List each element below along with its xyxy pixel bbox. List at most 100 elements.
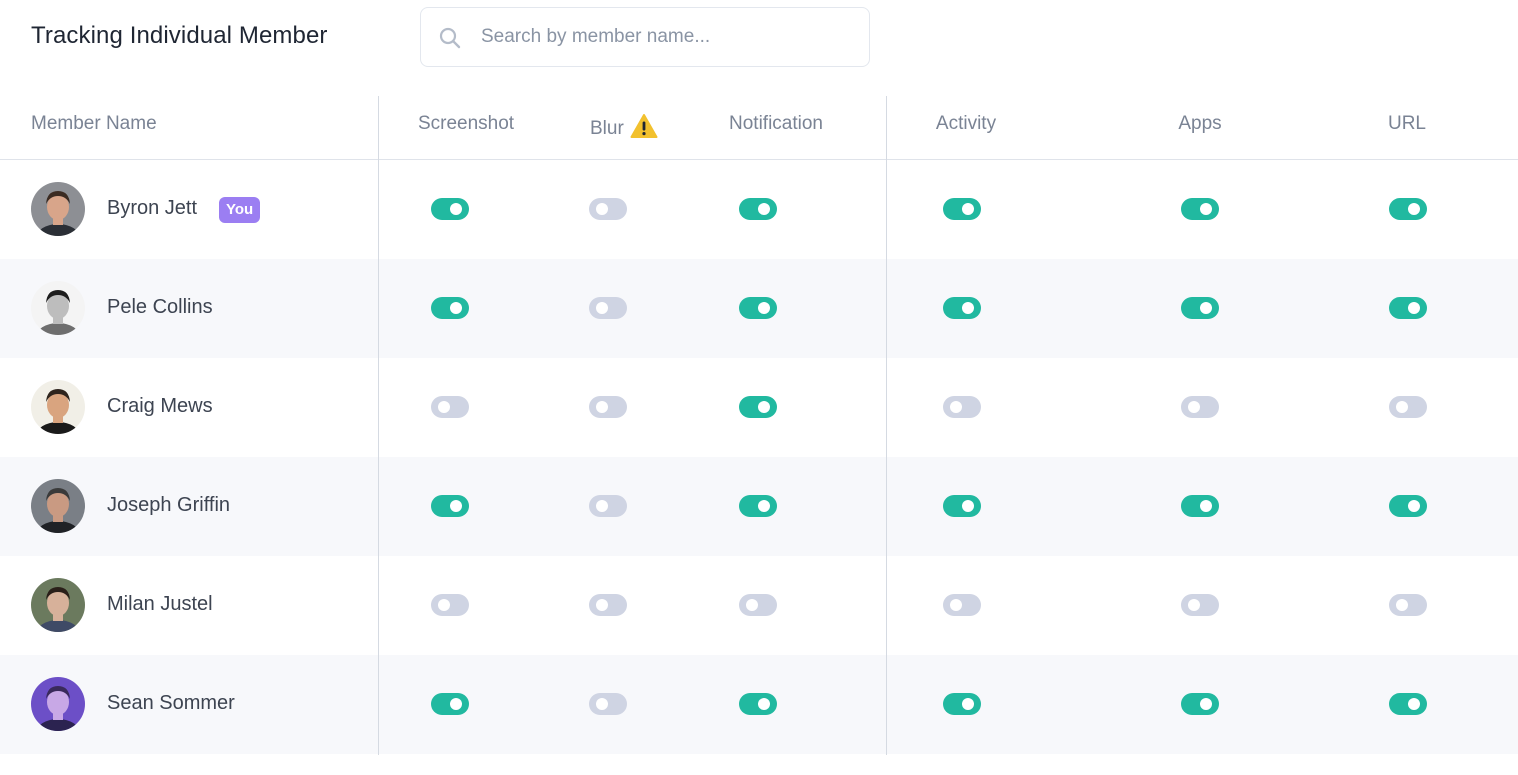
search-box[interactable] [420, 7, 870, 67]
toggle-knob [1408, 698, 1420, 710]
toggle-knob [1408, 203, 1420, 215]
toggle-knob [758, 698, 770, 710]
toggle-knob [596, 500, 608, 512]
member-name: Milan Justel [107, 593, 213, 615]
column-divider [378, 96, 379, 755]
toggle-knob [1188, 599, 1200, 611]
member-name: Joseph Griffin [107, 494, 231, 516]
you-badge: You [219, 197, 261, 223]
page-title: Tracking Individual Member [31, 22, 328, 49]
warning-icon [630, 113, 658, 145]
avatar-photo [31, 281, 85, 335]
toggle-knob [450, 698, 462, 710]
toggle-knob [962, 698, 974, 710]
member-name: Pele Collins [107, 296, 213, 318]
url-toggle[interactable] [1389, 693, 1427, 715]
avatar-photo [31, 677, 85, 731]
apps-toggle[interactable] [1181, 693, 1219, 715]
url-toggle[interactable] [1389, 297, 1427, 319]
screenshot-toggle[interactable] [431, 198, 469, 220]
column-header-notification: Notification [729, 113, 823, 134]
apps-toggle[interactable] [1181, 297, 1219, 319]
column-divider [886, 96, 887, 755]
url-toggle[interactable] [1389, 198, 1427, 220]
activity-toggle[interactable] [943, 594, 981, 616]
column-header-activity: Activity [935, 113, 997, 134]
toggle-knob [1200, 302, 1212, 314]
member-name: Sean Sommer [107, 692, 235, 714]
column-header-apps: Apps [1178, 113, 1222, 134]
member-name: Craig Mews [107, 395, 213, 417]
url-toggle[interactable] [1389, 396, 1427, 418]
toggle-knob [1200, 500, 1212, 512]
blur-toggle[interactable] [589, 396, 627, 418]
screenshot-toggle[interactable] [431, 297, 469, 319]
toggle-knob [1200, 203, 1212, 215]
toggle-knob [758, 401, 770, 413]
url-toggle[interactable] [1389, 594, 1427, 616]
toggle-knob [596, 203, 608, 215]
toggle-knob [950, 401, 962, 413]
url-toggle[interactable] [1389, 495, 1427, 517]
apps-toggle[interactable] [1181, 495, 1219, 517]
activity-toggle[interactable] [943, 495, 981, 517]
activity-toggle[interactable] [943, 396, 981, 418]
toggle-knob [450, 500, 462, 512]
table-row: Sean Sommer [0, 655, 1518, 754]
notification-toggle[interactable] [739, 495, 777, 517]
table-row: Pele Collins [0, 259, 1518, 358]
activity-toggle[interactable] [943, 297, 981, 319]
toggle-knob [450, 302, 462, 314]
activity-toggle[interactable] [943, 693, 981, 715]
apps-toggle[interactable] [1181, 198, 1219, 220]
blur-toggle[interactable] [589, 693, 627, 715]
activity-toggle[interactable] [943, 198, 981, 220]
toggle-knob [962, 203, 974, 215]
column-header-blur: Blur [590, 113, 658, 145]
screenshot-toggle[interactable] [431, 693, 469, 715]
toggle-knob [1188, 401, 1200, 413]
notification-toggle[interactable] [739, 396, 777, 418]
column-header-screenshot: Screenshot [417, 113, 515, 134]
toggle-knob [950, 599, 962, 611]
notification-toggle[interactable] [739, 693, 777, 715]
blur-toggle[interactable] [589, 297, 627, 319]
avatar-photo [31, 182, 85, 236]
blur-toggle[interactable] [589, 594, 627, 616]
toggle-knob [1396, 401, 1408, 413]
toggle-knob [1396, 599, 1408, 611]
toggle-knob [1200, 698, 1212, 710]
table-row: Milan Justel [0, 556, 1518, 655]
toggle-knob [596, 401, 608, 413]
screenshot-toggle[interactable] [431, 495, 469, 517]
search-input[interactable] [481, 22, 851, 52]
table-row: Joseph Griffin [0, 457, 1518, 556]
search-icon [438, 26, 462, 50]
avatar-photo [31, 479, 85, 533]
toggle-knob [596, 698, 608, 710]
notification-toggle[interactable] [739, 297, 777, 319]
screenshot-toggle[interactable] [431, 594, 469, 616]
column-header-blur-label: Blur [590, 118, 624, 139]
tracking-page: Tracking Individual Member Member Name S… [0, 0, 1518, 775]
toggle-knob [758, 302, 770, 314]
toggle-knob [962, 302, 974, 314]
apps-toggle[interactable] [1181, 594, 1219, 616]
member-name: Byron Jett [107, 197, 198, 219]
screenshot-toggle[interactable] [431, 396, 469, 418]
toggle-knob [1408, 302, 1420, 314]
apps-toggle[interactable] [1181, 396, 1219, 418]
blur-toggle[interactable] [589, 198, 627, 220]
blur-toggle[interactable] [589, 495, 627, 517]
toggle-knob [596, 302, 608, 314]
column-header-member-name: Member Name [31, 113, 157, 134]
toggle-knob [758, 500, 770, 512]
avatar-photo [31, 578, 85, 632]
notification-toggle[interactable] [739, 198, 777, 220]
toggle-knob [962, 500, 974, 512]
toggle-knob [438, 401, 450, 413]
notification-toggle[interactable] [739, 594, 777, 616]
toggle-knob [438, 599, 450, 611]
toggle-knob [758, 203, 770, 215]
column-header-url: URL [1387, 113, 1427, 134]
